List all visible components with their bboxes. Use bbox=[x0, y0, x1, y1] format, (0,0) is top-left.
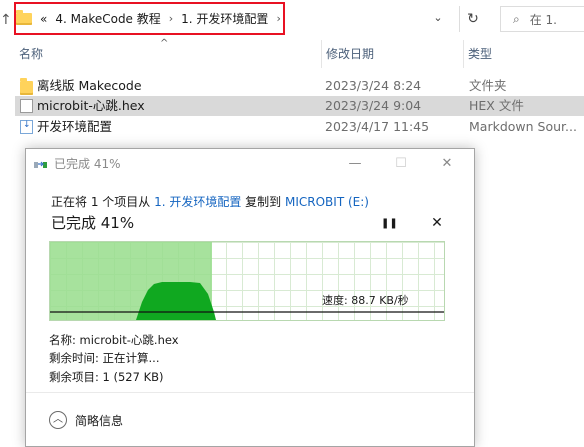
fewer-details-toggle[interactable]: ︿ 简略信息 bbox=[49, 411, 123, 429]
file-icon bbox=[20, 99, 33, 113]
search-input[interactable]: ⌕ 在 1. bbox=[500, 6, 584, 32]
file-name-line: 名称: microbit-心跳.hex bbox=[49, 333, 179, 347]
close-icon[interactable]: ✕ bbox=[424, 149, 470, 179]
file-date: 2023/3/24 8:24 bbox=[325, 78, 422, 93]
file-name: 开发环境配置 bbox=[37, 119, 113, 134]
transfer-speed-graph bbox=[49, 241, 445, 321]
fewer-details-label: 简略信息 bbox=[75, 413, 124, 428]
copy-description-mid: 复制到 bbox=[241, 195, 285, 209]
speed-graph-svg bbox=[50, 242, 444, 320]
breadcrumb-overflow[interactable]: « bbox=[40, 12, 47, 26]
cancel-icon[interactable]: ✕ bbox=[429, 215, 445, 231]
chevron-up-icon: ︿ bbox=[49, 411, 67, 429]
copy-progress-dialog: 已完成 41% — ☐ ✕ 正在将 1 个项目从 1. 开发环境配置 复制到 M… bbox=[25, 148, 475, 447]
progress-percent: 已完成 41% bbox=[51, 214, 135, 232]
breadcrumb-current[interactable]: 1. 开发环境配置 bbox=[181, 10, 268, 27]
pause-icon[interactable]: ❚❚ bbox=[381, 216, 398, 232]
column-header-name[interactable]: 名称 bbox=[15, 40, 321, 68]
refresh-icon[interactable]: ↻ bbox=[459, 6, 486, 32]
column-header-type[interactable]: 类型 bbox=[463, 40, 584, 68]
breadcrumb-parent[interactable]: 4. MakeCode 教程 bbox=[55, 10, 160, 27]
chevron-right-icon[interactable]: › bbox=[169, 12, 173, 25]
file-row[interactable]: 开发环境配置 2023/4/17 11:45 Markdown Sour... bbox=[15, 117, 584, 137]
time-remaining-line: 剩余时间: 正在计算... bbox=[49, 351, 160, 365]
chevron-right-icon[interactable]: › bbox=[276, 12, 280, 25]
column-headers: ^ 名称 修改日期 类型 bbox=[0, 38, 584, 68]
file-type: 文件夹 bbox=[469, 78, 507, 93]
file-name: microbit-心跳.hex bbox=[37, 98, 145, 113]
chevron-down-icon[interactable]: ⌄ bbox=[430, 10, 446, 26]
source-link[interactable]: 1. 开发环境配置 bbox=[154, 195, 241, 209]
dialog-title-bar[interactable]: 已完成 41% — ☐ ✕ bbox=[26, 149, 474, 179]
file-date: 2023/3/24 9:04 bbox=[325, 98, 422, 113]
up-arrow-icon[interactable]: ↑ bbox=[0, 10, 14, 30]
file-type: HEX 文件 bbox=[469, 98, 524, 113]
file-row[interactable]: 离线版 Makecode 2023/3/24 8:24 文件夹 bbox=[15, 76, 584, 96]
copy-icon bbox=[34, 161, 47, 168]
dialog-divider bbox=[26, 392, 474, 393]
address-bar[interactable]: « 4. MakeCode 教程 › 1. 开发环境配置 › bbox=[16, 4, 281, 33]
maximize-icon: ☐ bbox=[395, 156, 407, 171]
minimize-icon[interactable]: — bbox=[332, 149, 378, 179]
search-placeholder: 在 1. bbox=[529, 12, 557, 27]
destination-link[interactable]: MICROBIT (E:) bbox=[285, 195, 369, 209]
file-row[interactable]: microbit-心跳.hex 2023/3/24 9:04 HEX 文件 bbox=[15, 96, 584, 116]
file-name: 离线版 Makecode bbox=[37, 78, 142, 93]
dialog-title: 已完成 41% bbox=[54, 157, 121, 171]
folder-icon bbox=[20, 78, 33, 95]
markdown-file-icon bbox=[20, 120, 33, 134]
file-type: Markdown Sour... bbox=[469, 119, 577, 134]
copy-description: 正在将 1 个项目从 1. 开发环境配置 复制到 MICROBIT (E:) bbox=[51, 193, 369, 210]
folder-icon bbox=[16, 9, 32, 25]
search-icon: ⌕ bbox=[513, 11, 520, 26]
column-header-date[interactable]: 修改日期 bbox=[321, 40, 463, 68]
file-date: 2023/4/17 11:45 bbox=[325, 119, 430, 134]
speed-label: 速度: 88.7 KB/秒 bbox=[322, 294, 409, 307]
copy-description-prefix: 正在将 1 个项目从 bbox=[51, 195, 155, 209]
items-remaining-line: 剩余项目: 1 (527 KB) bbox=[49, 370, 164, 384]
